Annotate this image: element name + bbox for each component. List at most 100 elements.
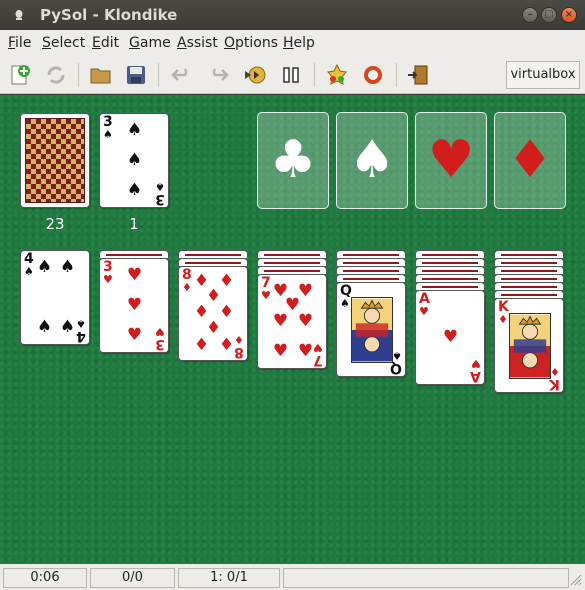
- face-down-card: [257, 266, 327, 274]
- face-down-card: [178, 250, 248, 258]
- card-rank-bottom: 3 ♠: [155, 180, 165, 207]
- spade-icon: ♠: [126, 180, 143, 200]
- toolbar-separator: [158, 63, 159, 87]
- card-rank-bottom: 8 ♦: [234, 333, 244, 360]
- menu-options[interactable]: Options: [224, 35, 278, 51]
- minimize-button[interactable]: –: [522, 7, 538, 23]
- menu-assist-label: ssist: [186, 35, 218, 51]
- minimize-icon: –: [527, 9, 533, 20]
- new-game-icon[interactable]: [8, 63, 32, 87]
- heart-icon: ♥: [272, 341, 289, 361]
- game-table: 23 3 ♠ ♠ ♠ ♠ 3 ♠ 1 ♣ ♠ ♥ ♦ 4 ♠ ♠ ♠ ♠ ♠ 4 ♠ 3…: [0, 95, 585, 564]
- face-down-card: [99, 250, 169, 258]
- toolbar-separator: [78, 63, 79, 87]
- undo-icon[interactable]: [170, 63, 194, 87]
- card-rank-top: 3 ♥: [103, 259, 113, 286]
- face-down-card: [336, 258, 406, 266]
- menu-game[interactable]: Game: [129, 35, 171, 51]
- card-rank-top: 7 ♥: [261, 275, 271, 302]
- card-rank-bottom: 3 ♥: [155, 325, 165, 352]
- waste-pile[interactable]: 3 ♠ ♠ ♠ ♠ 3 ♠: [99, 113, 169, 208]
- foundation-clubs[interactable]: ♣: [257, 112, 329, 209]
- face-down-card: [494, 274, 564, 282]
- close-button[interactable]: ×: [561, 7, 577, 23]
- face-down-card: [257, 250, 327, 258]
- face-down-card: [336, 274, 406, 282]
- window-title: PySol - Klondike: [40, 6, 178, 24]
- menu-select[interactable]: Select: [42, 35, 85, 51]
- foundation-diamonds[interactable]: ♦: [494, 112, 566, 209]
- heart-icon: ♥: [272, 311, 289, 331]
- menu-bar: File Select Edit Game Assist Options Hel…: [0, 30, 585, 56]
- heart-icon: ♥: [126, 265, 143, 285]
- save-icon[interactable]: [124, 63, 148, 87]
- foundation-spades[interactable]: ♠: [336, 112, 408, 209]
- face-down-card: [494, 282, 564, 290]
- card-rank-bottom: Q ♠: [390, 349, 402, 376]
- card-rank-top: A ♥: [419, 291, 430, 318]
- status-message: [283, 568, 569, 588]
- redo-icon[interactable]: [206, 63, 230, 87]
- waste-count: 1: [129, 215, 139, 233]
- card-rank-bottom: K ♦: [549, 365, 560, 392]
- menu-edit-label: dit: [100, 35, 120, 51]
- face-down-card: [415, 274, 485, 282]
- queen-face-icon: [351, 297, 393, 363]
- restart-icon[interactable]: [44, 63, 68, 87]
- tableau-card[interactable]: 4 ♠ ♠ ♠ ♠ ♠ 4 ♠: [20, 250, 90, 345]
- spade-icon: ♠: [36, 317, 53, 337]
- tableau-card[interactable]: 3 ♥ ♥ ♥ ♥ 3 ♥: [99, 258, 169, 353]
- quit-icon[interactable]: [406, 63, 430, 87]
- menu-help[interactable]: Help: [283, 35, 315, 51]
- toolbar-separator: [396, 63, 397, 87]
- menu-file-label: ile: [15, 35, 32, 51]
- card-rank-top: 8 ♦: [182, 267, 192, 294]
- stock-pile[interactable]: [20, 113, 90, 208]
- tableau-card[interactable]: K ♦ K ♦: [494, 298, 564, 393]
- card-rank-top: 3 ♠: [103, 114, 113, 141]
- face-down-card: [415, 282, 485, 290]
- toolbar: virtualbox: [0, 56, 585, 94]
- card-rank-bottom: 4 ♠: [76, 317, 86, 344]
- status-time: 0:06: [3, 568, 87, 588]
- face-down-card: [494, 290, 564, 298]
- spade-icon: ♠: [126, 150, 143, 170]
- toolbar-separator: [314, 63, 315, 87]
- menu-assist[interactable]: Assist: [177, 35, 218, 51]
- club-icon: ♣: [269, 130, 317, 190]
- player-name: virtualbox: [506, 61, 580, 89]
- app-icon: [15, 10, 23, 20]
- spade-icon: ♠: [36, 257, 53, 277]
- tableau-card[interactable]: A ♥ ♥ A ♥: [415, 290, 485, 385]
- statistics-icon[interactable]: [325, 63, 349, 87]
- title-bar: PySol - Klondike – □ ×: [0, 0, 585, 30]
- pause-icon[interactable]: [279, 63, 303, 87]
- face-down-card: [494, 266, 564, 274]
- menu-file[interactable]: File: [8, 35, 31, 51]
- card-rank-top: K ♦: [498, 299, 509, 326]
- face-down-card: [178, 258, 248, 266]
- face-down-card: [415, 266, 485, 274]
- menu-options-label: ptions: [235, 35, 279, 51]
- face-down-card: [494, 250, 564, 258]
- maximize-button[interactable]: □: [541, 7, 557, 23]
- tableau-card[interactable]: 7 ♥ ♥ ♥ ♥ ♥ ♥ ♥ ♥ 7 ♥: [257, 274, 327, 369]
- diamond-icon: ♦: [506, 130, 554, 190]
- heart-icon: ♥: [297, 341, 314, 361]
- tableau-card[interactable]: 8 ♦ ♦ ♦ ♦ ♦ ♦ ♦ ♦ ♦ 8 ♦: [178, 266, 248, 361]
- status-bar: 0:06 0/0 1: 0/1: [0, 564, 585, 590]
- rules-icon[interactable]: [361, 63, 385, 87]
- menu-edit[interactable]: Edit: [92, 35, 119, 51]
- face-down-card: [336, 266, 406, 274]
- tableau-card[interactable]: Q ♠ Q ♠: [336, 282, 406, 377]
- resize-grip-icon[interactable]: [570, 574, 582, 586]
- spade-icon: ♠: [348, 130, 396, 190]
- open-icon[interactable]: [89, 63, 113, 87]
- face-down-card: [415, 258, 485, 266]
- menu-help-label: elp: [293, 35, 315, 51]
- menu-game-label: ame: [139, 35, 171, 51]
- close-icon: ×: [564, 9, 574, 20]
- foundation-hearts[interactable]: ♥: [415, 112, 487, 209]
- autodrop-icon[interactable]: [243, 63, 267, 87]
- heart-icon: ♥: [297, 311, 314, 331]
